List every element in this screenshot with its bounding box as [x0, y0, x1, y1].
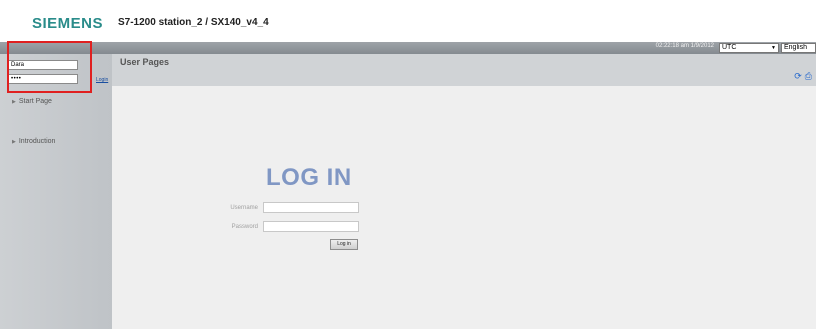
timezone-select[interactable]: UTC ▼	[719, 43, 779, 53]
main-content: LOG IN Username Password Log in	[112, 86, 816, 329]
page-title: User Pages	[120, 57, 170, 67]
username-label: Username	[230, 205, 258, 211]
login-heading: LOG IN	[266, 164, 352, 191]
status-bar: 02:22:18 am 1/9/2012	[0, 42, 816, 54]
station-title: S7-1200 station_2 / SX140_v4_4	[118, 17, 269, 28]
sidebar-item-introduction[interactable]: ▶ Introduction	[12, 138, 55, 145]
triangle-right-icon: ▶	[12, 139, 16, 145]
top-bar: SIEMENS S7-1200 station_2 / SX140_v4_4	[0, 0, 816, 42]
siemens-logo: SIEMENS	[32, 15, 104, 32]
sidebar-username-field[interactable]: Dara	[8, 60, 78, 70]
refresh-icon[interactable]: ⟳	[794, 71, 802, 81]
sidebar-login-link[interactable]: Login	[96, 77, 108, 83]
sidebar-item-label: Start Page	[18, 98, 52, 105]
sidebar-login: Dara •••• Login	[0, 54, 112, 88]
triangle-right-icon: ▶	[12, 99, 16, 105]
sidebar-item-label: Introduction	[18, 138, 56, 145]
password-label: Password	[231, 224, 258, 230]
sidebar: Dara •••• Login ▶ Start Page ▶ Introductio…	[0, 54, 112, 329]
login-button[interactable]: Log in	[330, 239, 358, 250]
page-tools: ⟳ ⎙	[791, 71, 812, 82]
datetime-display: 02:22:18 am 1/9/2012	[655, 43, 714, 49]
page-header: User Pages ⟳ ⎙	[112, 54, 816, 86]
timezone-value: UTC	[722, 44, 737, 51]
password-input[interactable]	[263, 221, 359, 232]
username-input[interactable]	[263, 202, 359, 213]
chevron-down-icon: ▼	[771, 45, 776, 51]
sidebar-password-field[interactable]: ••••	[8, 74, 78, 84]
print-icon[interactable]: ⎙	[805, 71, 812, 81]
language-value: English	[784, 44, 807, 51]
language-select[interactable]: English	[781, 43, 816, 53]
sidebar-item-start-page[interactable]: ▶ Start Page	[12, 98, 52, 105]
